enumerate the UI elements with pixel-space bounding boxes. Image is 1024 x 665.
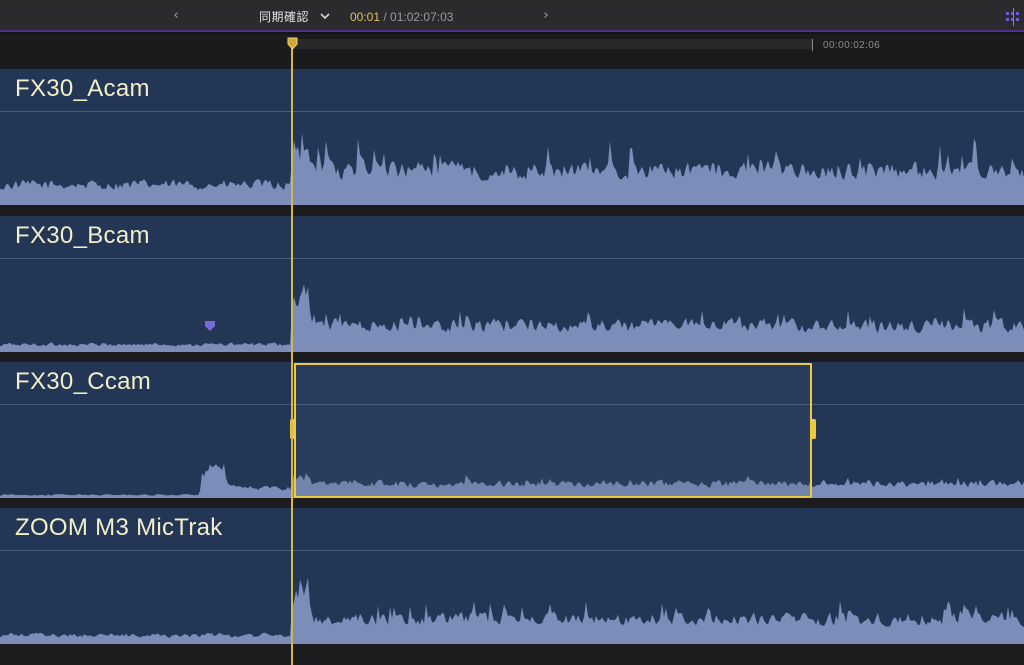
ruler-range-end-timecode: 00:00:02:06: [823, 40, 881, 51]
track-separator: [0, 205, 1024, 216]
timecode-display: 00:01 / 01:02:07:03: [350, 10, 453, 24]
clip-marker-icon[interactable]: [205, 321, 215, 331]
track-separator: [0, 498, 1024, 508]
timecode-total: 01:02:07:03: [390, 10, 454, 24]
track-waveform: [0, 284, 1024, 352]
waveform-shape: [0, 284, 1024, 352]
chevron-left-icon[interactable]: ‹: [169, 7, 183, 25]
timeline-ruler[interactable]: 00:00:02:06: [0, 34, 1024, 69]
timecode-current: 00:01: [350, 10, 381, 24]
waveform-shape: [0, 133, 1024, 205]
track-divider: [0, 111, 1024, 112]
track-separator: [0, 644, 1024, 665]
project-name[interactable]: 同期確認: [259, 8, 309, 25]
timeline-toolbar: ‹ 同期確認 00:01 / 01:02:07:03 ›: [0, 0, 1024, 32]
ruler-range: [292, 39, 812, 49]
track-waveform: [0, 577, 1024, 644]
ruler-range-end-mark: [812, 39, 813, 51]
track-divider: [0, 550, 1024, 551]
track-fx30-bcam[interactable]: FX30_Bcam: [0, 216, 1024, 352]
track-fx30-acam[interactable]: FX30_Acam: [0, 69, 1024, 205]
selection-handle-right[interactable]: [810, 419, 816, 439]
range-selection[interactable]: [294, 363, 812, 498]
waveform-shape: [0, 577, 1024, 644]
selection-handle-left[interactable]: [290, 419, 296, 439]
track-separator: [0, 352, 1024, 362]
timecode-separator: /: [380, 10, 391, 24]
playhead-handle-icon[interactable]: [287, 37, 298, 50]
track-divider: [0, 258, 1024, 259]
track-zoom-m3-mictrak[interactable]: ZOOM M3 MicTrak: [0, 508, 1024, 644]
track-title: FX30_Acam: [15, 75, 150, 102]
track-waveform: [0, 133, 1024, 205]
chevron-right-icon[interactable]: ›: [539, 7, 553, 25]
chevron-down-icon[interactable]: [318, 9, 332, 23]
track-title: ZOOM M3 MicTrak: [15, 514, 223, 541]
timeline-icon[interactable]: [1004, 8, 1024, 26]
track-title: FX30_Bcam: [15, 222, 150, 249]
track-title: FX30_Ccam: [15, 368, 152, 395]
